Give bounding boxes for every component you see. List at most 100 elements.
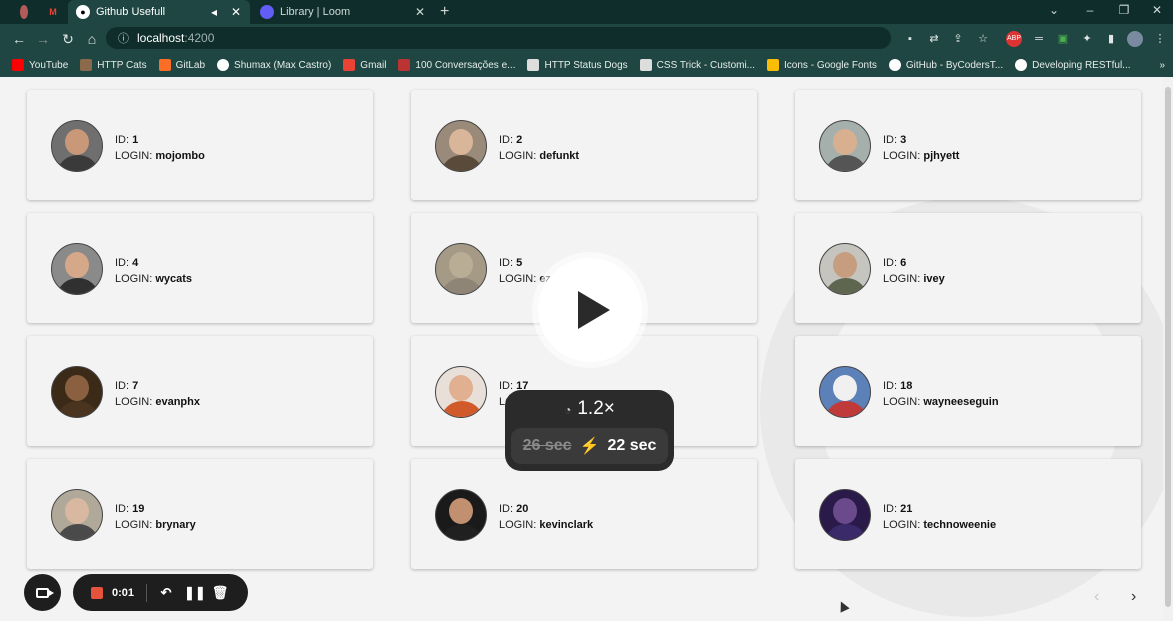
- url-host: localhost: [137, 31, 185, 45]
- play-button[interactable]: [532, 252, 648, 368]
- user-info: ID: 1 LOGIN: mojombo: [115, 134, 205, 162]
- sidepanel-icon[interactable]: ▮: [1103, 31, 1119, 47]
- tab-library-loom[interactable]: Library | Loom ✕: [252, 0, 434, 24]
- user-login: wycats: [155, 273, 193, 285]
- scrollbar-thumb[interactable]: [1165, 87, 1171, 607]
- user-info: ID: 2 LOGIN: defunkt: [499, 134, 580, 162]
- new-duration: 22 sec: [607, 437, 657, 454]
- github-icon: ●: [76, 5, 90, 19]
- bookmark-100-conversacoes[interactable]: 100 Conversações e...: [398, 59, 515, 71]
- user-info: ID: 20 LOGIN: kevinclark: [499, 503, 594, 531]
- user-card[interactable]: ID: 19 LOGIN: brynary: [27, 459, 373, 569]
- avatar: [435, 243, 487, 295]
- user-id: 3: [900, 134, 907, 146]
- avatar: [51, 489, 103, 541]
- user-info: ID: 19 LOGIN: brynary: [115, 503, 196, 531]
- tab-github-usefull[interactable]: ● Github Usefull ◂ ✕: [68, 0, 250, 24]
- user-card[interactable]: ID: 18 LOGIN: wayneeseguin: [795, 336, 1141, 446]
- bookmark-developing-restful[interactable]: Developing RESTful...: [1015, 59, 1131, 71]
- plus-icon: +: [440, 3, 450, 20]
- user-card[interactable]: ID: 20 LOGIN: kevinclark: [411, 459, 757, 569]
- trash-icon[interactable]: 🗑: [211, 585, 229, 601]
- pause-icon[interactable]: ❚❚: [184, 585, 206, 601]
- close-icon[interactable]: ✕: [412, 5, 428, 19]
- avatar: [819, 243, 871, 295]
- stop-recording-button[interactable]: [91, 586, 103, 599]
- user-login: wayneeseguin: [923, 396, 999, 408]
- window-close-button[interactable]: ✕: [1147, 3, 1167, 17]
- user-id: 18: [900, 380, 913, 392]
- user-id: 7: [132, 380, 139, 392]
- user-id: 2: [516, 134, 523, 146]
- tab-strip: M ● Github Usefull ◂ ✕ Library | Loom ✕ …: [0, 0, 1173, 24]
- avatar: [435, 120, 487, 172]
- bookmark-youtube[interactable]: YouTube: [12, 59, 68, 71]
- bookmark-http-cats[interactable]: HTTP Cats: [80, 59, 147, 71]
- user-card[interactable]: ID: 4 LOGIN: wycats: [27, 213, 373, 323]
- bookmarks-overflow-icon[interactable]: »: [1159, 60, 1165, 71]
- user-card[interactable]: ID: 21 LOGIN: technoweenie: [795, 459, 1141, 569]
- extension-icon[interactable]: ═: [1031, 31, 1047, 47]
- maximize-button[interactable]: ❐: [1114, 3, 1134, 17]
- globe-icon: [1015, 59, 1028, 71]
- adblock-icon[interactable]: ABP: [1006, 31, 1022, 47]
- bookmark-css-trick[interactable]: CSS Trick - Customi...: [639, 59, 755, 71]
- cat-icon: [80, 59, 93, 71]
- user-card[interactable]: ID: 7 LOGIN: evanphx: [27, 336, 373, 446]
- recording-dot-icon: [20, 5, 28, 19]
- forward-arrow-icon[interactable]: →: [34, 30, 52, 48]
- share-icon[interactable]: ⇪: [950, 31, 966, 47]
- tab-title: Library | Loom: [280, 6, 351, 18]
- original-duration: 26 sec: [522, 437, 572, 454]
- bookmark-star-icon[interactable]: ☆: [975, 31, 991, 47]
- bookmark-github-bycoders[interactable]: GitHub - ByCodersT...: [888, 59, 1003, 71]
- scrollbar[interactable]: [1163, 77, 1173, 621]
- close-icon[interactable]: ✕: [228, 5, 244, 19]
- bookmark-gitlab[interactable]: GitLab: [158, 59, 205, 71]
- url-port: :4200: [184, 31, 215, 45]
- bookmark-http-status-dogs[interactable]: HTTP Status Dogs: [527, 59, 628, 71]
- avatar: [51, 243, 103, 295]
- avatar: [819, 366, 871, 418]
- lightning-icon: ⚡: [579, 438, 600, 455]
- profile-avatar-icon[interactable]: [1127, 31, 1143, 47]
- user-card[interactable]: ID: 6 LOGIN: ivey: [795, 213, 1141, 323]
- tab-search-chevron-icon[interactable]: ⌄: [1044, 3, 1064, 17]
- new-tab-button[interactable]: +: [440, 0, 462, 24]
- bookmark-shumax[interactable]: Shumax (Max Castro): [217, 59, 331, 71]
- tab-recording[interactable]: [12, 0, 34, 24]
- undo-icon[interactable]: ↶: [157, 585, 175, 601]
- back-arrow-icon[interactable]: ←: [10, 30, 28, 48]
- github-icon: [888, 59, 901, 71]
- user-card[interactable]: ID: 1 LOGIN: mojombo: [27, 90, 373, 200]
- puzzle-icon[interactable]: ✦: [1079, 31, 1095, 47]
- translate-icon[interactable]: ⇄: [926, 31, 942, 47]
- reload-icon[interactable]: ↻: [59, 30, 77, 48]
- user-info: ID: 21 LOGIN: technoweenie: [883, 503, 997, 531]
- user-login: technoweenie: [923, 519, 997, 531]
- bookmark-gmail[interactable]: Gmail: [343, 59, 386, 71]
- minimize-button[interactable]: –: [1080, 3, 1100, 17]
- address-bar[interactable]: ⓘ localhost :4200: [106, 27, 891, 49]
- play-icon: [578, 291, 610, 329]
- prev-page-button[interactable]: ‹: [1094, 588, 1099, 606]
- avatar: [435, 489, 487, 541]
- user-card[interactable]: ID: 2 LOGIN: defunkt: [411, 90, 757, 200]
- user-login: defunkt: [539, 150, 580, 162]
- info-icon[interactable]: ⓘ: [118, 30, 129, 46]
- next-page-button[interactable]: ›: [1131, 588, 1136, 606]
- playback-speed-panel[interactable]: ◔ 1.2× 26 sec ⚡ 22 sec: [505, 390, 674, 471]
- bookmark-icons-google-fonts[interactable]: Icons - Google Fonts: [767, 59, 877, 71]
- toolbar: ← → ↻ ⌂ ⓘ localhost :4200: [0, 24, 1173, 53]
- speaker-icon[interactable]: ◂: [206, 5, 222, 19]
- user-card[interactable]: ID: 3 LOGIN: pjhyett: [795, 90, 1141, 200]
- user-id: 21: [900, 503, 913, 515]
- camera-icon[interactable]: ▪: [902, 31, 918, 47]
- more-menu-icon[interactable]: ⋮: [1152, 31, 1168, 47]
- camera-toggle-button[interactable]: [24, 574, 61, 611]
- sheets-extension-icon[interactable]: ▣: [1055, 31, 1071, 47]
- tab-gmail[interactable]: M: [40, 0, 64, 24]
- user-login: ivey: [923, 273, 945, 285]
- home-icon[interactable]: ⌂: [83, 30, 101, 48]
- user-info: ID: 7 LOGIN: evanphx: [115, 380, 200, 408]
